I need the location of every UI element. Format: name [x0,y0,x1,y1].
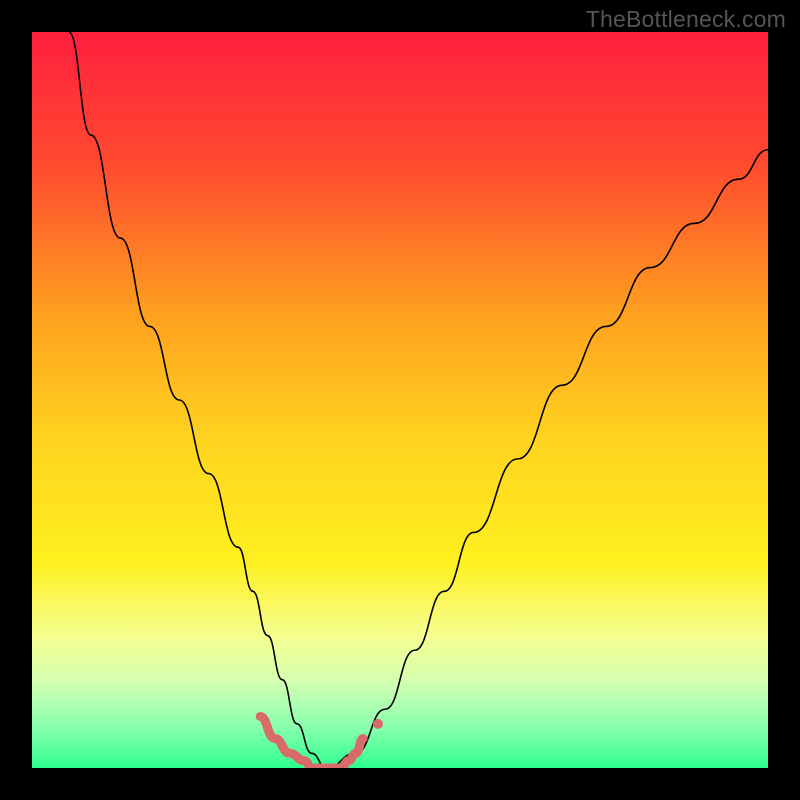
chart-frame: TheBottleneck.com [0,0,800,800]
bottleneck-chart [32,32,768,768]
chart-background [32,32,768,768]
watermark-text: TheBottleneck.com [586,6,786,33]
marker-dot [373,719,383,729]
